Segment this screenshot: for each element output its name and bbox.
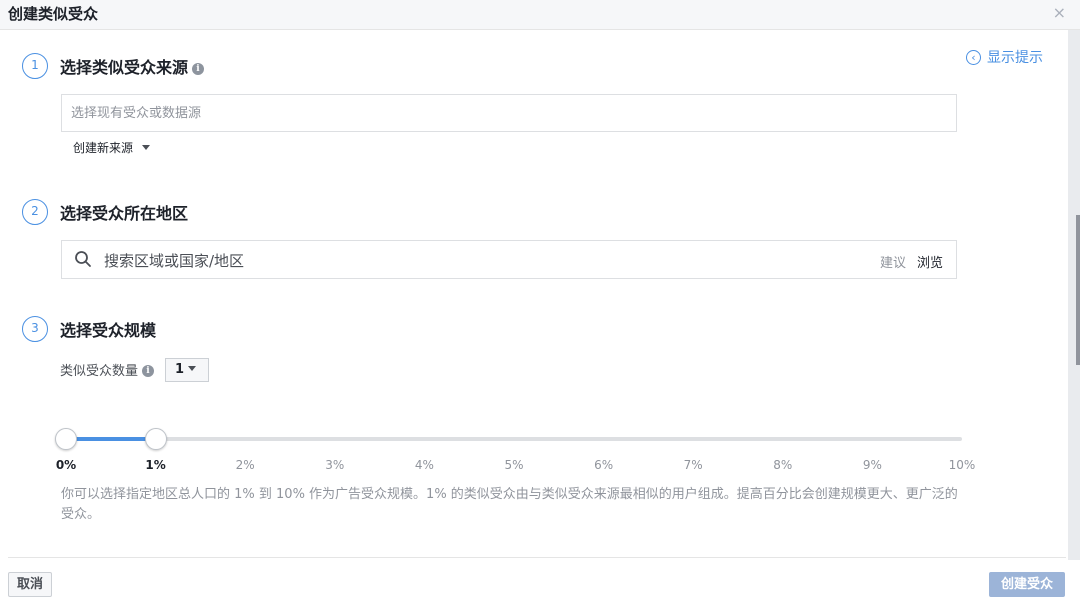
cancel-button[interactable]: 取消 — [8, 572, 53, 597]
location-search-input[interactable] — [102, 241, 846, 280]
create-new-source-label: 创建新来源 — [73, 141, 134, 155]
audience-size-description: 你可以选择指定地区总人口的 1% 到 10% 作为广告受众规模。1% 的类似受众… — [61, 487, 958, 522]
slider-tick-label: 0% — [55, 458, 77, 472]
slider-tick-label: 3% — [325, 458, 345, 472]
scrollbar-thumb[interactable] — [1076, 215, 1080, 365]
create-new-source-dropdown[interactable]: 创建新来源 — [73, 139, 151, 156]
audience-count-label: 类似受众数量 i — [60, 360, 155, 379]
suggest-link[interactable]: 建议 — [880, 252, 906, 271]
info-icon[interactable]: i — [142, 365, 155, 377]
step-1-title-text: 选择类似受众来源 — [60, 58, 189, 77]
slider-tick-label: 4% — [414, 458, 434, 472]
search-icon — [75, 251, 91, 267]
slider-tick-label: 7% — [683, 458, 703, 472]
step-1-number: 1 — [22, 53, 48, 79]
slider-end-handle[interactable] — [144, 428, 167, 450]
slider-tick-label: 8% — [773, 458, 793, 472]
show-hints-link[interactable]: ‹ 显示提示 — [966, 47, 1043, 67]
slider-tick-label: 1% — [145, 458, 166, 472]
step-1-title: 选择类似受众来源 i — [60, 54, 205, 78]
step-2-title: 选择受众所在地区 — [60, 204, 189, 223]
slider-tick-label: 2% — [235, 458, 255, 472]
dialog-header: 创建类似受众 × — [0, 0, 1080, 30]
caret-down-icon — [188, 366, 197, 371]
info-icon[interactable]: i — [192, 63, 205, 75]
step-3-number: 3 — [22, 316, 48, 342]
chevron-left-circle-icon: ‹ — [966, 49, 981, 65]
location-search-box: 建议 浏览 — [61, 240, 957, 280]
slider-start-handle[interactable] — [55, 428, 77, 450]
step-3-title: 选择受众规模 — [60, 321, 157, 340]
slider-tick-label: 6% — [594, 458, 614, 472]
step-2-number: 2 — [22, 199, 48, 225]
show-hints-label: 显示提示 — [987, 50, 1043, 66]
audience-size-slider-track[interactable] — [66, 437, 962, 441]
audience-count-label-text: 类似受众数量 — [60, 364, 139, 379]
audience-size-slider-fill — [66, 437, 156, 441]
dialog-title: 创建类似受众 — [8, 5, 99, 23]
browse-link[interactable]: 浏览 — [917, 252, 943, 271]
audience-source-input[interactable] — [61, 94, 957, 132]
slider-tick-label: 5% — [504, 458, 524, 472]
caret-down-icon — [142, 145, 151, 150]
close-icon[interactable]: × — [1053, 3, 1066, 22]
slider-tick-label: 10% — [948, 458, 976, 472]
slider-tick-label: 9% — [862, 458, 882, 472]
audience-count-value: 1 — [175, 362, 185, 377]
create-audience-button[interactable]: 创建受众 — [989, 572, 1065, 597]
audience-count-select[interactable]: 1 — [165, 358, 209, 382]
footer-divider — [8, 557, 1066, 558]
scrollbar-track[interactable] — [1068, 30, 1080, 560]
